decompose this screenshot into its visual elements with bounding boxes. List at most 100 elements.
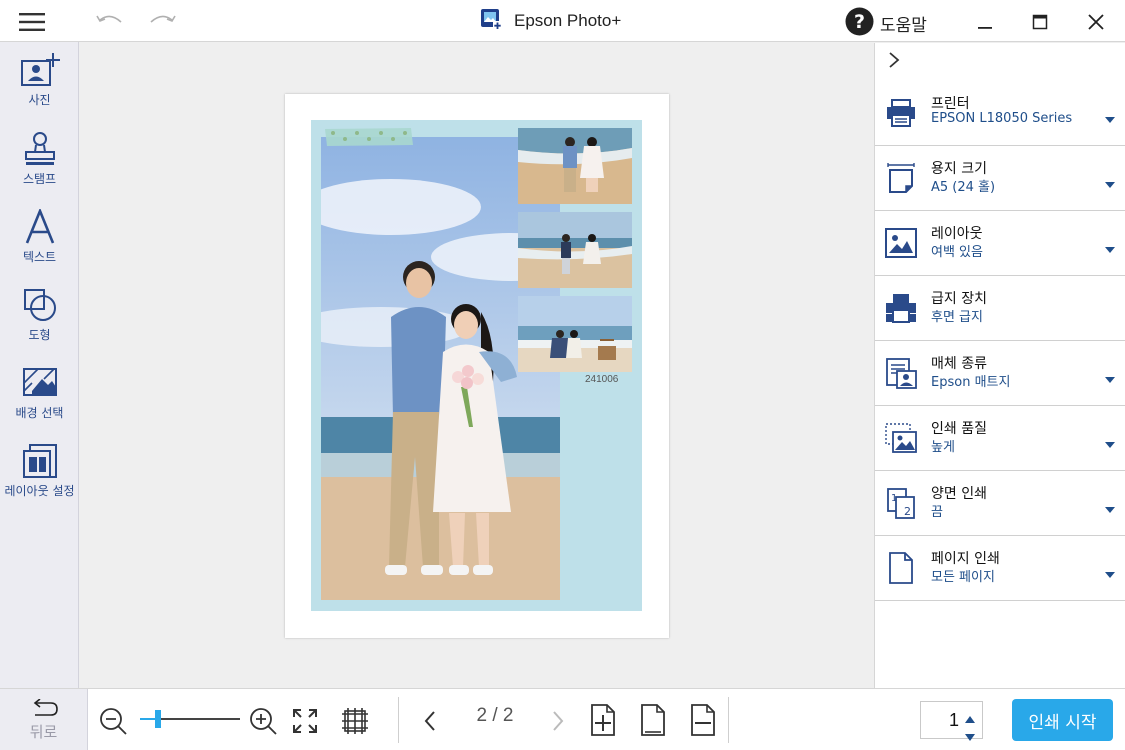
title-bar: Epson Photo+ ? 도움말 [0, 0, 1125, 42]
redo-icon[interactable] [144, 8, 180, 34]
setting-paper-feed: 급지 장치 후면 급지 [875, 276, 1125, 341]
maximize-icon[interactable] [1025, 8, 1055, 36]
duplicate-page-icon[interactable] [638, 703, 668, 737]
add-page-icon[interactable] [588, 703, 618, 737]
setting-title: 급지 장치 [931, 291, 987, 307]
thumbnail-photo-1[interactable] [518, 128, 632, 204]
tool-label: 배경 선택 [15, 406, 64, 420]
app-logo-icon [480, 8, 502, 34]
paper-feed-icon [885, 292, 917, 324]
setting-value: Epson 매트지 [931, 375, 1011, 390]
close-icon[interactable] [1081, 8, 1111, 36]
chevron-down-icon [1105, 433, 1115, 448]
settings-panel: 프린터 EPSON L18050 Series 용지 크기 A5 (24 홀) … [874, 43, 1125, 688]
setting-title: 레이아웃 [931, 226, 983, 242]
setting-title: 페이지 인쇄 [931, 551, 1000, 567]
tool-label: 텍스트 [22, 250, 57, 264]
app-title-group: Epson Photo+ [480, 9, 621, 33]
start-print-button[interactable]: 인쇄 시작 [1012, 699, 1113, 741]
setting-media-type[interactable]: 매체 종류 Epson 매트지 [875, 341, 1125, 406]
paper-size-icon [885, 162, 917, 194]
thumbnail-photo-3[interactable] [518, 296, 632, 372]
copies-stepper[interactable]: 1 [920, 701, 983, 741]
toolbar-divider [398, 697, 399, 743]
back-button[interactable]: 뒤로 [0, 689, 88, 750]
setting-value: EPSON L18050 Series [931, 111, 1073, 126]
setting-paper-size[interactable]: 용지 크기 A5 (24 홀) [875, 146, 1125, 211]
setting-value: 여백 있음 [931, 245, 983, 260]
setting-title: 인쇄 품질 [931, 421, 987, 437]
toolbar-divider [728, 697, 729, 743]
setting-duplex[interactable]: 12 양면 인쇄 끔 [875, 471, 1125, 536]
menu-icon[interactable] [14, 8, 50, 36]
text-icon [23, 207, 57, 249]
washi-tape [325, 128, 413, 146]
shape-icon [22, 287, 58, 327]
copies-value[interactable]: 1 [921, 710, 959, 731]
setting-value: 후면 급지 [931, 310, 983, 325]
layout-settings-icon [22, 443, 58, 483]
tool-stamp[interactable]: 스탬프 [0, 131, 79, 186]
undo-icon[interactable] [92, 8, 128, 34]
previous-page-icon[interactable] [418, 706, 442, 736]
chevron-down-icon [1105, 238, 1115, 253]
duplex-icon: 12 [885, 487, 917, 519]
zoom-slider[interactable] [140, 708, 240, 730]
help-icon: ? [845, 7, 874, 40]
tool-label: 사진 [28, 93, 51, 107]
tool-text[interactable]: 텍스트 [0, 207, 79, 264]
svg-text:?: ? [854, 11, 865, 33]
chevron-down-icon [1105, 498, 1115, 513]
app-title: Epson Photo+ [514, 11, 622, 30]
page-print-icon [885, 552, 917, 584]
printer-icon [885, 97, 917, 129]
help-button[interactable]: ? 도움말 [845, 7, 927, 40]
setting-print-quality[interactable]: 인쇄 품질 높게 [875, 406, 1125, 471]
setting-title: 용지 크기 [931, 161, 987, 177]
increment-icon[interactable] [965, 708, 975, 727]
back-arrow-icon [29, 697, 59, 721]
svg-text:2: 2 [904, 505, 911, 518]
setting-value: 높게 [931, 440, 955, 455]
tool-photo[interactable]: 사진 [0, 52, 79, 107]
setting-page-print[interactable]: 페이지 인쇄 모든 페이지 [875, 536, 1125, 601]
chevron-down-icon [1105, 173, 1115, 188]
chevron-down-icon [1105, 108, 1115, 123]
setting-value: A5 (24 홀) [931, 180, 996, 195]
add-photo-icon [20, 52, 60, 92]
tool-label: 도형 [28, 328, 51, 342]
canvas-area: 241006 [80, 43, 874, 688]
next-page-icon[interactable] [546, 706, 570, 736]
zoom-in-icon[interactable] [248, 706, 278, 736]
page-indicator: 2 / 2 [476, 705, 514, 726]
print-page[interactable]: 241006 [285, 94, 669, 638]
decrement-icon[interactable] [965, 726, 975, 745]
zoom-out-icon[interactable] [98, 706, 128, 736]
tool-sidebar: 사진 스탬프 텍스트 도형 배경 선택 레이아웃 설정 [0, 42, 79, 688]
collapse-panel-icon[interactable] [883, 49, 905, 71]
thumbnail-photo-2[interactable] [518, 212, 632, 288]
tool-background[interactable]: 배경 선택 [0, 365, 79, 420]
help-label: 도움말 [880, 16, 927, 36]
setting-value: 끔 [931, 505, 943, 520]
fit-screen-icon[interactable] [290, 706, 320, 736]
chevron-down-icon [1105, 368, 1115, 383]
minimize-icon[interactable] [970, 8, 1000, 36]
setting-title: 매체 종류 [931, 356, 987, 372]
grid-icon[interactable] [340, 706, 370, 736]
tool-shape[interactable]: 도형 [0, 287, 79, 342]
setting-layout[interactable]: 레이아웃 여백 있음 [875, 211, 1125, 276]
background-icon [22, 365, 58, 405]
back-label: 뒤로 [29, 722, 58, 741]
setting-printer[interactable]: 프린터 EPSON L18050 Series [875, 81, 1125, 146]
photo-date-label: 241006 [585, 374, 619, 385]
print-quality-icon [885, 422, 917, 454]
tool-label: 스탬프 [22, 172, 57, 186]
stamp-icon [23, 131, 57, 171]
tool-label: 레이아웃 설정 [4, 484, 75, 498]
bottom-toolbar: 뒤로 2 / 2 1 인쇄 시작 [0, 688, 1125, 750]
chevron-down-icon [1105, 563, 1115, 578]
tool-layout[interactable]: 레이아웃 설정 [0, 443, 79, 498]
delete-page-icon[interactable] [688, 703, 718, 737]
svg-text:1: 1 [891, 493, 897, 504]
